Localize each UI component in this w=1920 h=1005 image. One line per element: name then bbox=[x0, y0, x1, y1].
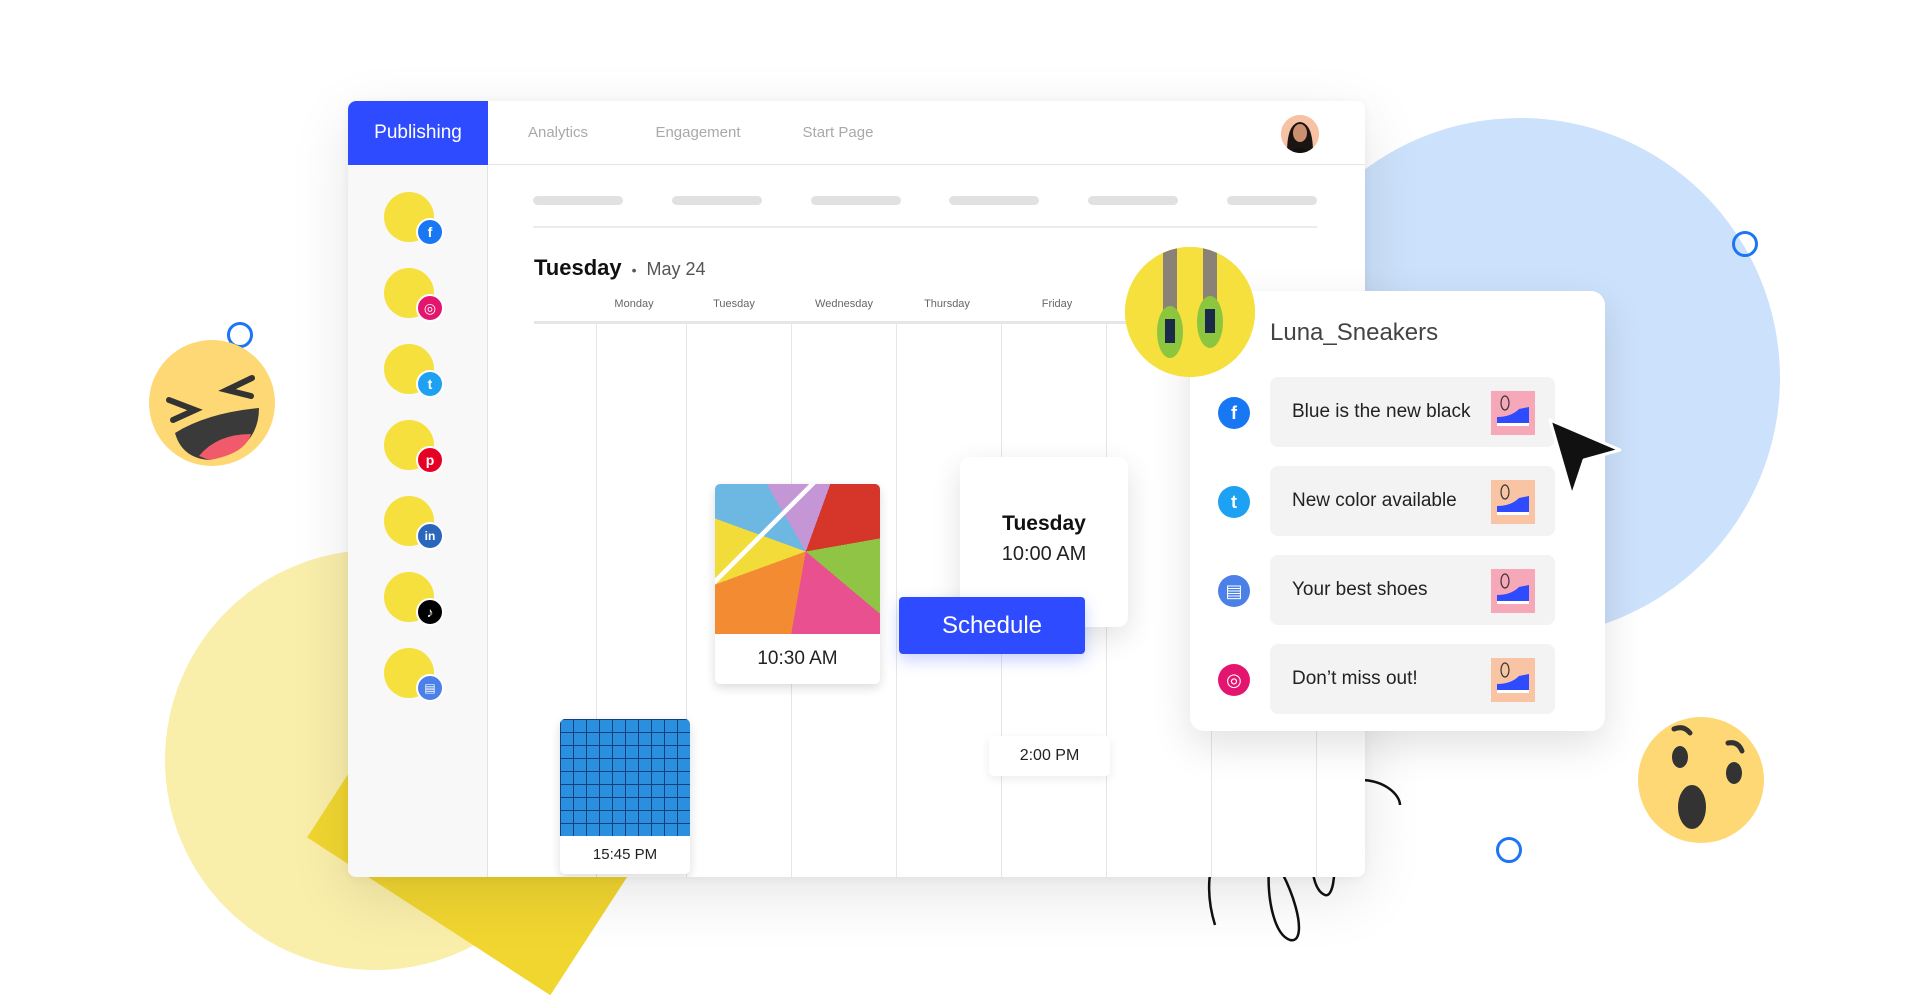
account-twitter[interactable]: t bbox=[384, 344, 444, 400]
facebook-icon: f bbox=[416, 218, 444, 246]
account-avatar-large bbox=[1125, 247, 1255, 377]
sneaker-thumbnail-icon bbox=[1491, 569, 1535, 613]
placeholder-bar bbox=[671, 196, 762, 205]
sneaker-thumbnail-icon bbox=[1491, 658, 1535, 702]
google-business-icon: ▤ bbox=[1218, 575, 1250, 607]
post-caption: New color available bbox=[1292, 490, 1457, 511]
placeholder-bar bbox=[1226, 196, 1317, 205]
decorative-ring-icon bbox=[1732, 231, 1758, 257]
separator: • bbox=[631, 262, 637, 278]
post-image bbox=[715, 484, 880, 634]
top-nav: Publishing Analytics Engagement Start Pa… bbox=[348, 101, 1365, 165]
account-facebook[interactable]: f bbox=[384, 192, 444, 248]
placeholder-bar bbox=[1088, 196, 1179, 205]
post-time: 15:45 PM bbox=[592, 846, 658, 863]
post-image bbox=[560, 719, 690, 836]
user-avatar[interactable] bbox=[1281, 115, 1319, 153]
panel-post-item: ▤ Your best shoes bbox=[1190, 555, 1605, 625]
schedule-button[interactable]: Schedule bbox=[899, 597, 1085, 654]
stage: Publishing Analytics Engagement Start Pa… bbox=[0, 0, 1920, 1005]
panel-post-item: t New color available bbox=[1190, 466, 1605, 536]
weekday-header: Wednesday bbox=[815, 298, 873, 310]
panel-post-item: ◎ Don’t miss out! bbox=[1190, 644, 1605, 714]
post-caption: Don’t miss out! bbox=[1292, 668, 1418, 689]
post-time: 10:30 AM bbox=[757, 648, 838, 669]
schedule-day: Tuesday bbox=[1002, 512, 1086, 535]
tab-analytics[interactable]: Analytics bbox=[488, 101, 628, 165]
post-card[interactable]: Your best shoes bbox=[1270, 555, 1555, 625]
tiktok-icon: ♪ bbox=[416, 598, 444, 626]
date-label: May 24 bbox=[646, 259, 706, 279]
column-divider bbox=[896, 324, 897, 877]
account-sidebar: f ◎ t p in ♪ ▤ bbox=[348, 166, 488, 877]
instagram-icon: ◎ bbox=[1218, 664, 1250, 696]
twitter-icon: t bbox=[1218, 486, 1250, 518]
weekday-header: Tuesday bbox=[713, 298, 755, 310]
laughing-emoji-icon bbox=[149, 340, 275, 466]
mouse-cursor-icon bbox=[1548, 418, 1622, 498]
post-card[interactable]: Blue is the new black bbox=[1270, 377, 1555, 447]
account-name: Luna_Sneakers bbox=[1270, 319, 1439, 346]
account-pinterest[interactable]: p bbox=[384, 420, 444, 476]
weekday-header: Thursday bbox=[924, 298, 970, 310]
facebook-icon: f bbox=[1218, 397, 1250, 429]
decorative-ring-icon bbox=[1496, 837, 1522, 863]
weekday-header: Monday bbox=[614, 298, 654, 310]
post-caption: Your best shoes bbox=[1292, 579, 1428, 600]
day-name: Tuesday bbox=[534, 255, 622, 280]
tab-start-page[interactable]: Start Page bbox=[768, 101, 908, 165]
account-tiktok[interactable]: ♪ bbox=[384, 572, 444, 628]
schedule-time: 10:00 AM bbox=[1001, 543, 1087, 565]
scheduled-post-time[interactable]: 2:00 PM bbox=[989, 736, 1110, 776]
tab-publishing[interactable]: Publishing bbox=[348, 101, 488, 165]
google-business-icon: ▤ bbox=[416, 674, 444, 702]
account-google-business[interactable]: ▤ bbox=[384, 648, 444, 704]
sneaker-thumbnail-icon bbox=[1491, 391, 1535, 435]
loading-placeholders bbox=[533, 196, 1317, 206]
tab-engagement[interactable]: Engagement bbox=[628, 101, 768, 165]
placeholder-bar bbox=[533, 196, 623, 205]
post-card[interactable]: New color available bbox=[1270, 466, 1555, 536]
instagram-icon: ◎ bbox=[416, 294, 444, 322]
account-posts-panel: Luna_Sneakers f Blue is the new black t … bbox=[1190, 291, 1605, 731]
linkedin-icon: in bbox=[416, 522, 444, 550]
sneaker-thumbnail-icon bbox=[1491, 480, 1535, 524]
sneakers-photo bbox=[1125, 247, 1255, 377]
placeholder-bar bbox=[810, 196, 901, 205]
post-caption: Blue is the new black bbox=[1292, 401, 1471, 422]
scheduled-post[interactable]: 10:30 AM bbox=[715, 484, 880, 684]
account-instagram[interactable]: ◎ bbox=[384, 268, 444, 324]
weekday-header: Friday bbox=[1041, 298, 1073, 310]
user-avatar-image bbox=[1281, 115, 1319, 153]
pinterest-icon: p bbox=[416, 446, 444, 474]
divider bbox=[533, 226, 1317, 228]
account-linkedin[interactable]: in bbox=[384, 496, 444, 552]
panel-post-item: f Blue is the new black bbox=[1190, 377, 1605, 447]
post-card[interactable]: Don’t miss out! bbox=[1270, 644, 1555, 714]
placeholder-bar bbox=[949, 196, 1040, 205]
current-date-heading: Tuesday • May 24 bbox=[534, 255, 706, 281]
twitter-icon: t bbox=[416, 370, 444, 398]
surprised-emoji-icon bbox=[1638, 717, 1764, 843]
scheduled-post[interactable]: 15:45 PM bbox=[560, 719, 690, 874]
